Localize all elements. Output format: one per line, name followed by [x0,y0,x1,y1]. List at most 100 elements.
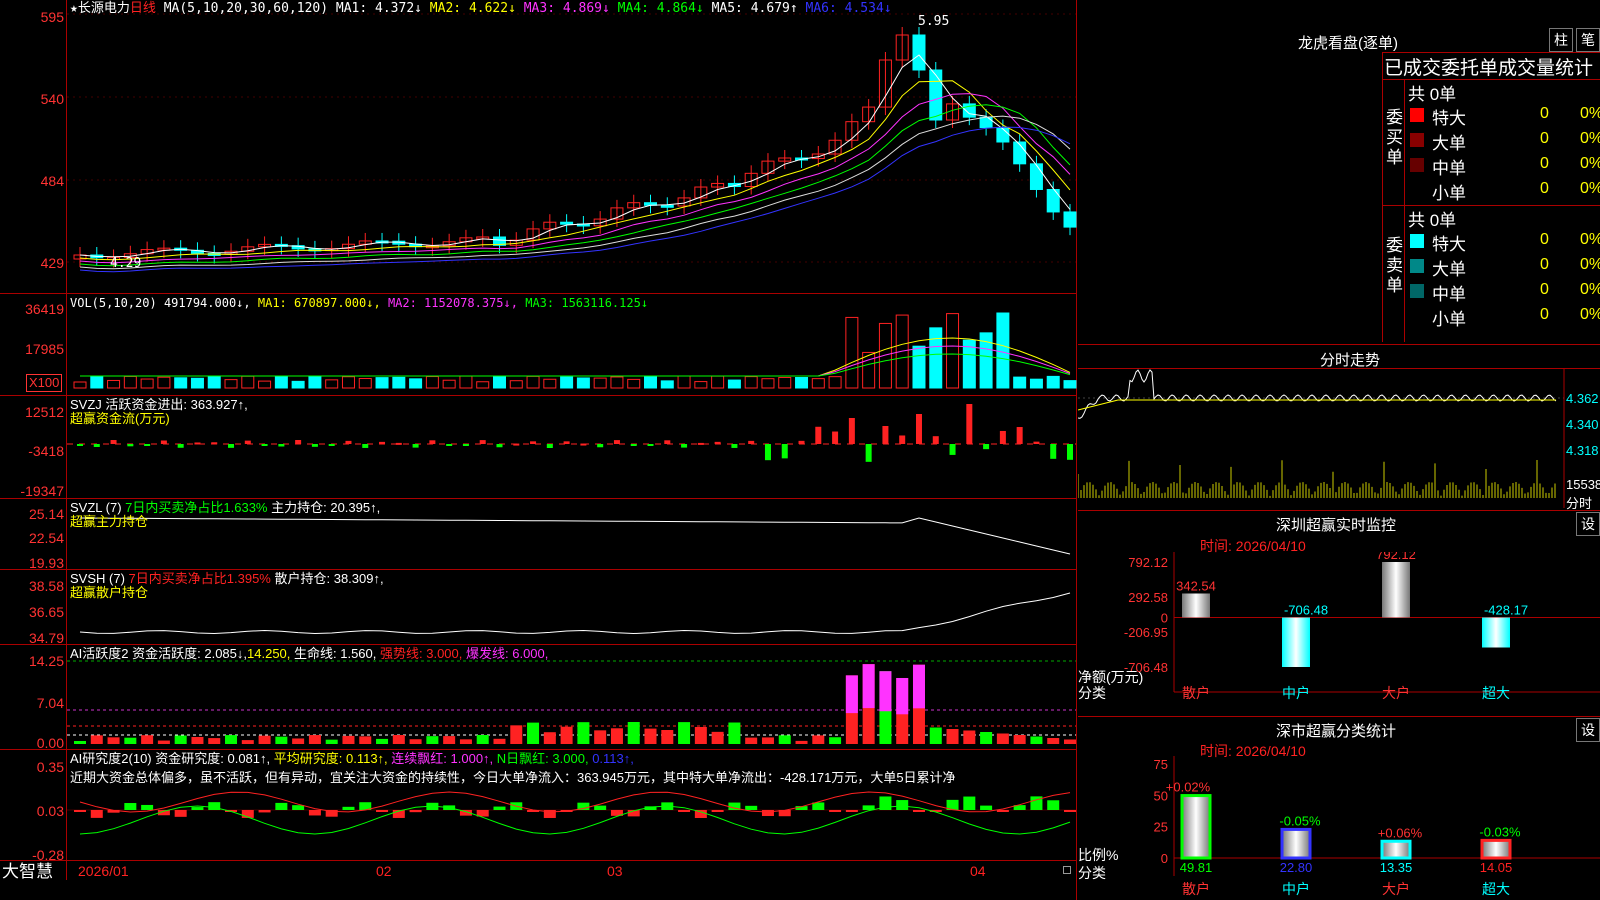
research-bar [980,805,993,810]
sz-settings-button[interactable]: 设 [1576,512,1600,536]
fund-flow-bar [127,444,134,447]
svzj-axis-label: -3418 [28,443,64,459]
ts-axis-label: 4.318 [1566,443,1599,458]
order-count: 0 [1540,180,1549,197]
fund-flow-bar [429,440,436,444]
fund-flow-bar [580,443,587,446]
ai-research-comment: 近期大资金总体偏多，虽不活跃，但有异动，宜关注大资金的持续性，今日大单净流入：3… [70,771,956,785]
activity-bar [711,731,724,744]
order-count: 0 [1540,155,1549,172]
cls-settings-button[interactable]: 设 [1576,718,1600,742]
volume-bar [459,375,473,389]
bar-mode-button[interactable]: 柱 [1549,28,1573,52]
activity-bar [778,735,791,744]
order-percent: 0% [1580,256,1600,273]
cls-category-label: 散户 [1182,881,1210,897]
legend-swatch [1410,158,1424,172]
order-percent: 0% [1580,155,1600,172]
fund-flow-bar [630,444,637,446]
activity-bar [543,732,556,744]
volume-bar [140,378,154,389]
main-holding-line [79,517,1071,555]
fund-flow-bar [764,444,771,461]
fund-flow-bar [597,444,604,448]
volume-bar [761,378,775,389]
volume-bar [107,379,121,389]
sz-value-label: -706.48 [1284,603,1328,618]
fund-flow-bar [815,426,822,444]
chart-canvas[interactable] [0,0,1077,880]
cls-bar [1380,839,1412,860]
svzl-axis-label: 25.14 [28,506,64,522]
brand-logo[interactable]: 大智慧 [2,862,53,882]
order-size-label: 中单 [1432,159,1466,178]
activity-bar [275,736,288,744]
activity-bar [443,736,456,744]
fund-flow-bar [832,431,839,444]
volume-bar [375,377,389,389]
activity-bar [308,735,321,744]
volume-bar [358,377,372,389]
sell-total: 共 0单 [1408,211,1457,230]
volume-bar [1063,380,1077,389]
fund-flow-bar [194,442,201,445]
activity-top-bar [912,664,925,709]
date-tick: 03 [607,863,623,879]
date-tick: 2026/01 [78,863,129,879]
activity-bar [292,738,305,744]
order-size-label: 小单 [1432,184,1466,203]
timeshare-chart[interactable] [1078,368,1600,508]
volume-bar [795,377,809,389]
research-bar [963,796,976,810]
fund-flow-bar [731,444,738,448]
pen-mode-button[interactable]: 笔 [1576,28,1600,52]
fund-flow-bar [949,444,956,455]
fund-flow-bar [748,440,755,444]
ma-line [79,80,1071,261]
vol-unit-button[interactable]: X100 [26,374,63,392]
low-price-mark: 4.29 [110,256,142,271]
sell-order-row: 中单 0 0% [1404,279,1600,304]
lock-icon[interactable] [1063,866,1071,874]
research-bar [829,810,842,812]
order-size-label: 特大 [1432,109,1466,128]
research-bar [124,803,137,810]
legend-swatch [1410,183,1424,197]
fund-flow-bar [328,444,335,446]
volume-bar [174,377,188,389]
activity-bar [1013,735,1026,744]
ai-active-axis-label: 0.00 [36,735,64,751]
buy-order-row: 中单 0 0% [1404,153,1600,178]
cls-bar [1180,794,1212,860]
fund-flow-bar [160,440,167,444]
svzl-axis-label: 22.54 [28,530,64,546]
cls-ratio-chart[interactable]: 7550250比例%分类+0.02%49.81散户-0.05%22.80中户+0… [1078,756,1600,900]
activity-bar [594,730,607,744]
fund-flow-bar [362,444,369,448]
main-chart-area[interactable]: ★长源电力日线 MA(5,10,20,30,60,120) MA1: 4.372… [0,0,1077,900]
volume-bar [274,375,288,389]
activity-top-bar [896,677,909,715]
fund-flow-bar [513,443,520,446]
order-percent: 0% [1580,306,1600,323]
volume-bar [509,380,523,389]
cls-axis-label: 25 [1154,820,1168,835]
activity-bar [124,737,137,744]
sz-net-amount-chart[interactable]: 792.12 292.58 0-206.95 -706.48 净额(万元)分类 342.5… [1078,552,1600,712]
volume-bar [1029,378,1043,389]
activity-top-bar [862,664,875,709]
volume-bar [576,377,590,389]
ai-research-axis-label: 0.35 [36,759,64,775]
volume-bar [929,327,943,389]
legend-swatch [1410,133,1424,147]
fund-flow-bar [932,436,939,444]
sell-order-row: 小单 0 0% [1404,304,1600,329]
buy-order-row: 大单 0 0% [1404,128,1600,153]
volume-bar [476,381,490,389]
volume-bar [392,376,406,389]
ma-line [79,93,1071,264]
sz-category-label: 散户 [1182,685,1210,701]
research-bar [594,805,607,810]
sz-bar [1482,617,1510,648]
activity-bar [376,738,389,744]
